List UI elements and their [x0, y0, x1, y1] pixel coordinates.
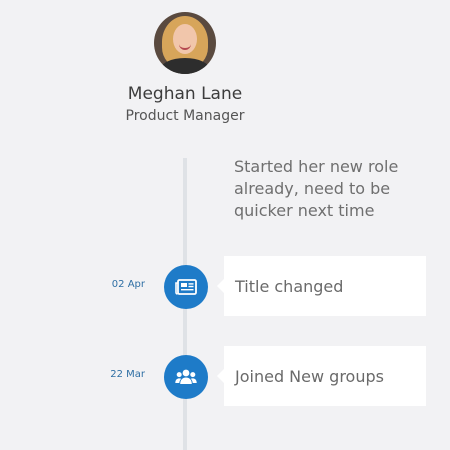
event-label: Title changed [235, 276, 344, 296]
profile-name: Meghan Lane [127, 84, 243, 104]
event-card: Title changed [217, 256, 426, 316]
newspaper-icon [164, 265, 208, 309]
profile-title: Product Manager [125, 108, 245, 124]
event-date: 22 Mar [110, 369, 145, 380]
event-date: 02 Apr [111, 279, 145, 290]
timeline-event: 02 Apr Title changed [0, 256, 450, 316]
users-icon [164, 355, 208, 399]
timeline-event: 22 Mar Joined New groups [0, 346, 450, 406]
timeline-intro-text: Started her new role already, need to be… [234, 157, 399, 220]
event-card: Joined New groups [217, 346, 426, 406]
avatar [154, 12, 216, 74]
profile-header: Meghan Lane Product Manager [0, 12, 370, 124]
event-label: Joined New groups [235, 366, 384, 386]
